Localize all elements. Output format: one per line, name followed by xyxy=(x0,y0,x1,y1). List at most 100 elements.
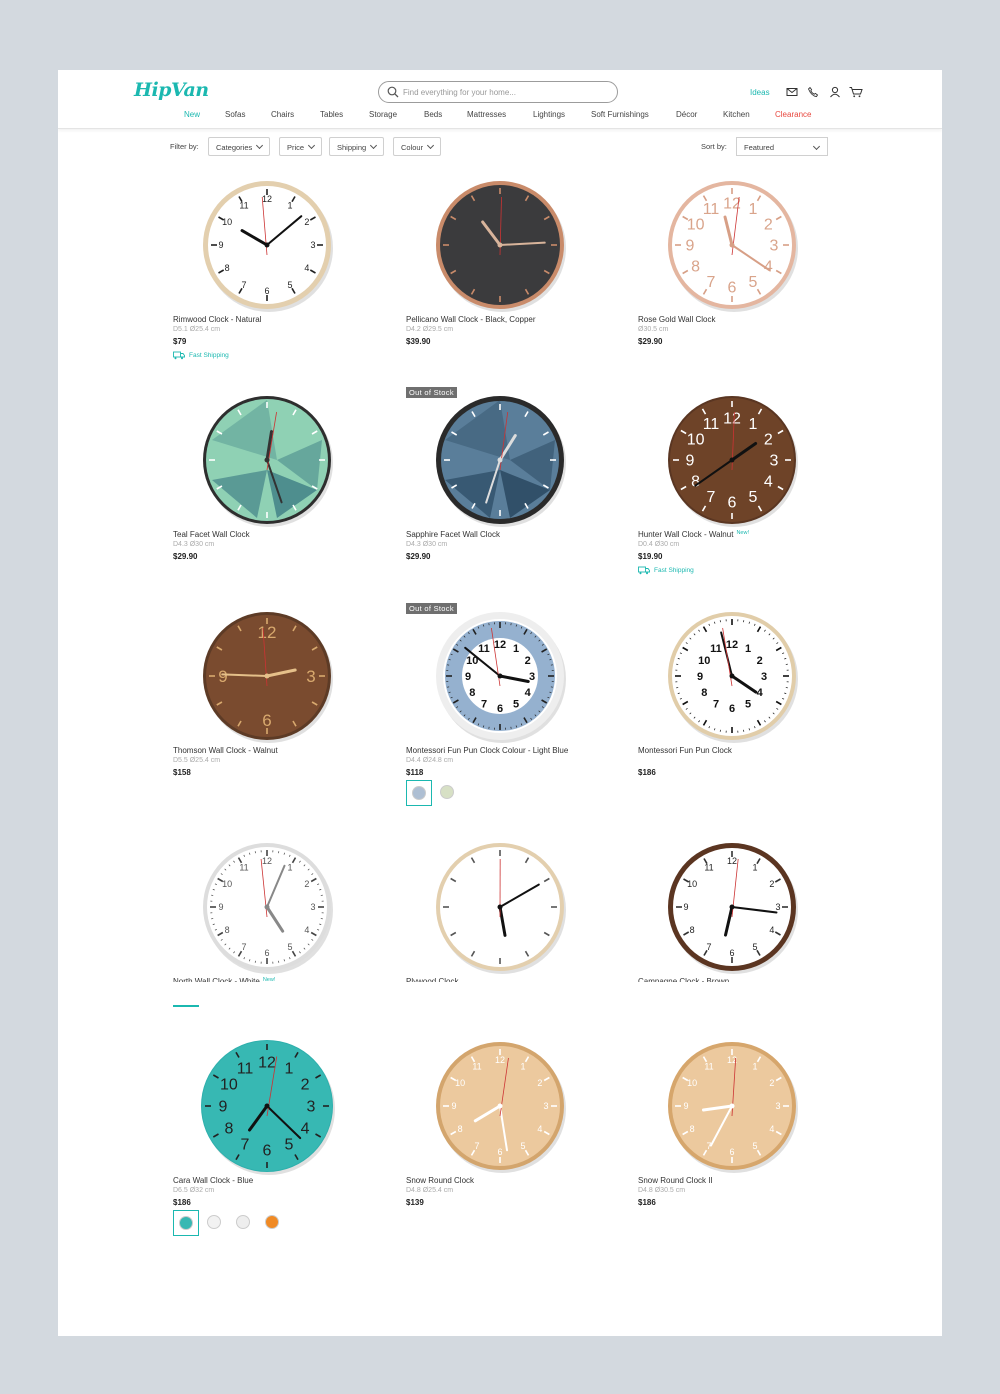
product-dimensions: D4.3 Ø30 cm xyxy=(173,541,215,548)
nav-item-mattresses[interactable]: Mattresses xyxy=(467,110,506,119)
product-image[interactable]: 123456789101112 xyxy=(197,175,337,315)
nav-item-tables[interactable]: Tables xyxy=(320,110,343,119)
nav-item-soft-furnishings[interactable]: Soft Furnishings xyxy=(591,110,649,119)
filter-colour-button[interactable]: Colour xyxy=(393,137,442,156)
product-name-text[interactable]: Thomson Wall Clock - Walnut xyxy=(173,746,278,755)
nav-item-chairs[interactable]: Chairs xyxy=(271,110,294,119)
svg-text:7: 7 xyxy=(241,1137,250,1154)
svg-text:1: 1 xyxy=(520,1061,525,1071)
product-image[interactable]: 123456789101112 xyxy=(197,837,337,977)
search-bar[interactable] xyxy=(378,81,618,103)
svg-text:4: 4 xyxy=(304,925,309,935)
phone-icon[interactable] xyxy=(807,86,819,98)
divider xyxy=(58,982,942,988)
search-input[interactable] xyxy=(403,84,603,100)
svg-text:11: 11 xyxy=(703,201,720,218)
carousel-indicator xyxy=(173,1005,199,1007)
colour-swatch[interactable] xyxy=(231,1210,257,1236)
product-name-text[interactable]: Montessori Fun Pun Clock Colour - Light … xyxy=(406,746,568,755)
product-name[interactable]: Teal Facet Wall Clock xyxy=(173,530,250,539)
cart-icon[interactable] xyxy=(849,86,863,98)
product-image[interactable]: 123456789101112 xyxy=(662,606,802,746)
product-image[interactable]: 12 3 6 9 xyxy=(197,606,337,746)
svg-text:2: 2 xyxy=(757,655,763,667)
product-name-text[interactable]: Teal Facet Wall Clock xyxy=(173,530,250,539)
filter-shipping-label: Shipping xyxy=(337,143,367,152)
product-image[interactable]: 123456789101112 xyxy=(662,390,802,530)
chevron-down-icon xyxy=(370,141,378,150)
product-image[interactable]: 123456789101112 xyxy=(662,837,802,977)
nav-item-beds[interactable]: Beds xyxy=(424,110,442,119)
nav-item-kitchen[interactable]: Kitchen xyxy=(723,110,750,119)
colour-swatch[interactable] xyxy=(435,780,461,806)
product-image[interactable] xyxy=(430,390,570,530)
product-price: $186 xyxy=(638,1198,656,1207)
svg-text:1: 1 xyxy=(287,862,292,872)
colour-swatch[interactable] xyxy=(406,780,432,806)
product-name[interactable]: Montessori Fun Pun Clock Colour - Light … xyxy=(406,746,568,755)
svg-text:10: 10 xyxy=(698,655,710,667)
colour-swatch[interactable] xyxy=(260,1210,286,1236)
product-name[interactable]: Hunter Wall Clock - Walnut New! xyxy=(638,530,749,539)
hipvan-logo[interactable]: HipVan xyxy=(134,79,209,101)
svg-text:10: 10 xyxy=(220,1077,238,1094)
product-dimensions: D6.5 Ø32 cm xyxy=(173,1187,215,1194)
product-image[interactable] xyxy=(430,837,570,977)
product-name-text[interactable]: Rose Gold Wall Clock xyxy=(638,315,716,324)
nav-item-storage[interactable]: Storage xyxy=(369,110,397,119)
svg-text:9: 9 xyxy=(686,453,695,470)
product-image[interactable]: 123456789101112 xyxy=(430,606,570,746)
product-name-text[interactable]: Snow Round Clock xyxy=(406,1176,474,1185)
product-image[interactable]: 123456789101112 xyxy=(197,1036,337,1176)
svg-text:2: 2 xyxy=(769,1078,774,1088)
nav-item-lightings[interactable]: Lightings xyxy=(533,110,565,119)
nav-item-new[interactable]: New xyxy=(184,110,200,119)
sort-value: Featured xyxy=(744,143,775,152)
product-name-text[interactable]: Sapphire Facet Wall Clock xyxy=(406,530,500,539)
product-name-text[interactable]: Snow Round Clock II xyxy=(638,1176,713,1185)
product-name[interactable]: Rimwood Clock - Natural xyxy=(173,315,261,324)
product-name[interactable]: Sapphire Facet Wall Clock xyxy=(406,530,500,539)
product-name[interactable]: Snow Round Clock xyxy=(406,1176,474,1185)
truck-icon xyxy=(638,566,650,575)
filter-categories-button[interactable]: Categories xyxy=(208,137,271,156)
svg-text:3: 3 xyxy=(775,1101,780,1111)
product-name[interactable]: Rose Gold Wall Clock xyxy=(638,315,716,324)
site-header: HipVan Ideas New Sofas Chairs Tables Sto… xyxy=(58,70,942,129)
fast-shipping-text: Fast Shipping xyxy=(654,567,694,575)
svg-text:2: 2 xyxy=(304,879,309,889)
product-name[interactable]: Pellicano Wall Clock - Black, Copper xyxy=(406,315,536,324)
user-icon[interactable] xyxy=(829,86,841,98)
product-image[interactable]: 123456789101112 xyxy=(662,1036,802,1176)
svg-text:11: 11 xyxy=(237,1060,254,1077)
product-name[interactable]: Thomson Wall Clock - Walnut xyxy=(173,746,278,755)
product-name-text[interactable]: Montessori Fun Pun Clock xyxy=(638,746,732,755)
swatch-dot xyxy=(236,1215,250,1229)
product-name-text[interactable]: Cara Wall Clock - Blue xyxy=(173,1176,253,1185)
product-name[interactable]: Snow Round Clock II xyxy=(638,1176,713,1185)
filter-shipping-button[interactable]: Shipping xyxy=(329,137,385,156)
product-price: $186 xyxy=(173,1198,191,1207)
nav-item-clearance[interactable]: Clearance xyxy=(775,110,811,119)
product-image[interactable] xyxy=(197,390,337,530)
product-name-text[interactable]: Rimwood Clock - Natural xyxy=(173,315,261,324)
product-name-text[interactable]: Hunter Wall Clock - Walnut xyxy=(638,530,733,539)
colour-swatch[interactable] xyxy=(173,1210,199,1236)
svg-text:1: 1 xyxy=(749,416,758,433)
product-dimensions: D5.5 Ø25.4 cm xyxy=(173,757,221,764)
sort-select[interactable]: Featured xyxy=(736,137,828,156)
product-dimensions: D4.8 Ø30.5 cm xyxy=(638,1187,686,1194)
product-image[interactable]: 123456789101112 xyxy=(662,175,802,315)
product-name-text[interactable]: Pellicano Wall Clock - Black, Copper xyxy=(406,315,536,324)
ideas-link[interactable]: Ideas xyxy=(750,88,770,97)
mail-icon[interactable] xyxy=(786,86,798,98)
filter-colour-label: Colour xyxy=(401,143,424,152)
product-name[interactable]: Montessori Fun Pun Clock xyxy=(638,746,732,755)
nav-item-sofas[interactable]: Sofas xyxy=(225,110,245,119)
nav-item-decor[interactable]: Décor xyxy=(676,110,697,119)
product-image[interactable]: 123456789101112 xyxy=(430,1036,570,1176)
filter-price-button[interactable]: Price xyxy=(279,137,323,156)
product-image[interactable] xyxy=(430,175,570,315)
product-name[interactable]: Cara Wall Clock - Blue xyxy=(173,1176,253,1185)
colour-swatch[interactable] xyxy=(202,1210,228,1236)
